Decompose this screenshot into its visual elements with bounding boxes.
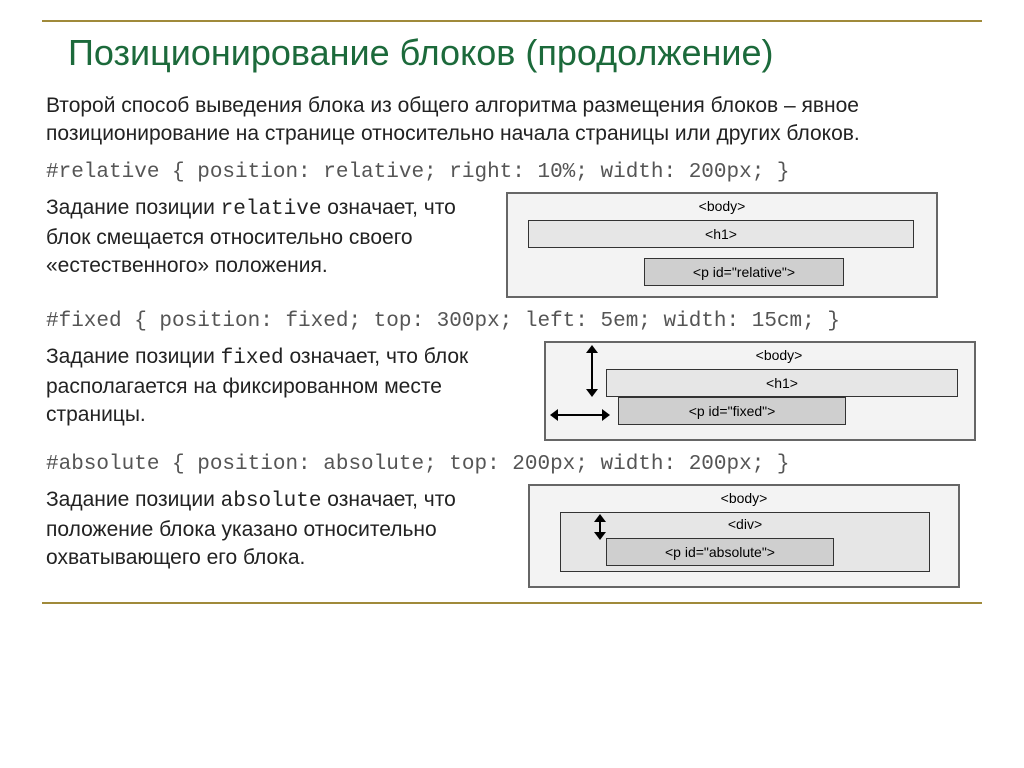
desc-absolute-pre: Задание позиции [46,488,221,511]
diagram-relative-h1-box: <h1> [528,220,914,248]
desc-fixed: Задание позиции fixed означает, что блок… [46,341,486,430]
diagram-fixed-body-label: <body> [584,347,974,363]
section-absolute: Задание позиции absolute означает, что п… [46,484,982,588]
diagram-fixed-wrap: <body> <h1> <p id="fixed"> [506,341,976,441]
diagram-relative-p-box: <p id="relative"> [644,258,844,286]
diagram-relative-body-label: <body> [508,198,936,214]
diagram-relative: <body> <h1> <p id="relative"> [506,192,938,298]
code-fixed: #fixed { position: fixed; top: 300px; le… [46,310,982,333]
diagram-absolute-wrap: <body> <div> <p id="absolute"> [506,484,960,588]
diagram-absolute-p-box: <p id="absolute"> [606,538,834,566]
diagram-relative-wrap: <body> <h1> <p id="relative"> [506,192,938,298]
diagram-fixed-p-label: <p id="fixed"> [689,404,776,418]
section-fixed: Задание позиции fixed означает, что блок… [46,341,982,441]
top-rule [42,20,982,22]
desc-relative-pre: Задание позиции [46,196,221,219]
diagram-absolute-p-label: <p id="absolute"> [665,545,775,559]
desc-fixed-mono: fixed [221,347,284,370]
desc-relative: Задание позиции relative означает, что б… [46,192,486,281]
diagram-relative-p-label: <p id="relative"> [693,265,795,279]
desc-fixed-pre: Задание позиции [46,345,221,368]
diagram-fixed-h1-box: <h1> [606,369,958,397]
diagram-fixed-p-box: <p id="fixed"> [618,397,846,425]
code-absolute: #absolute { position: absolute; top: 200… [46,453,982,476]
intro-paragraph: Второй способ выведения блока из общего … [46,92,982,149]
diagram-absolute: <body> <div> <p id="absolute"> [528,484,960,588]
desc-relative-mono: relative [221,198,322,221]
slide: Позиционирование блоков (продолжение) Вт… [0,0,1024,768]
diagram-fixed: <body> <h1> <p id="fixed"> [544,341,976,441]
diagram-fixed-h1-label: <h1> [766,376,798,390]
diagram-absolute-div-label: <div> [561,517,929,531]
page-title: Позиционирование блоков (продолжение) [46,32,982,74]
diagram-absolute-body-label: <body> [530,490,958,506]
code-relative: #relative { position: relative; right: 1… [46,161,982,184]
desc-absolute: Задание позиции absolute означает, что п… [46,484,486,573]
diagram-relative-h1-label: <h1> [705,227,737,241]
desc-absolute-mono: absolute [221,490,322,513]
bottom-rule [42,602,982,604]
section-relative: Задание позиции relative означает, что б… [46,192,982,298]
